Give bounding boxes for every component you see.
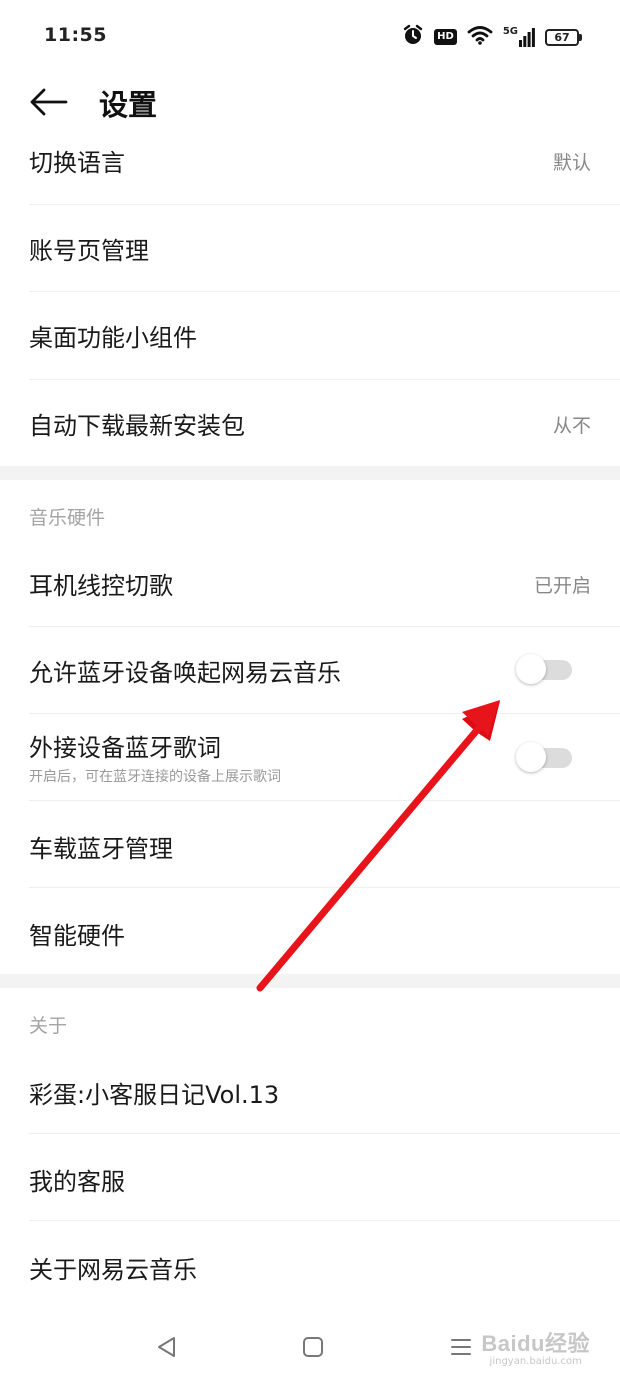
back-triangle-icon [158,1337,175,1357]
setting-label: 外接设备蓝牙歌词 [29,734,221,762]
setting-label: 我的客服 [29,1168,125,1196]
setting-label: 账号页管理 [29,237,149,265]
setting-value: 默认 [552,152,591,174]
setting-label: 关于网易云音乐 [29,1256,197,1284]
nav-back-button[interactable] [146,1330,186,1364]
setting-smart-hardware[interactable]: 智能硬件 [0,888,620,975]
status-bar: 11:55 HD 5G 67 [0,0,620,76]
setting-my-customer-service[interactable]: 我的客服 [0,1134,620,1221]
nav-recents-button[interactable] [441,1330,481,1364]
setting-easter-egg[interactable]: 彩蛋:小客服日记Vol.13 [0,1047,620,1134]
back-arrow-icon [30,88,68,116]
setting-bluetooth-wake: 允许蓝牙设备唤起网易云音乐 [0,627,620,714]
setting-auto-download[interactable]: 自动下载最新安装包 从不 [0,380,620,467]
watermark-main: Baidu经验 [481,1331,590,1356]
section-separator [0,466,620,480]
hd-icon: HD [434,29,457,45]
setting-label: 耳机线控切歌 [29,572,173,600]
setting-car-bluetooth[interactable]: 车载蓝牙管理 [0,801,620,888]
watermark-sub: jingyan.baidu.com [489,1356,582,1367]
setting-value: 从不 [552,415,591,437]
setting-subtitle: 开启后，可在蓝牙连接的设备上展示歌词 [29,769,281,785]
setting-label: 智能硬件 [29,922,125,950]
setting-label: 切换语言 [29,149,125,177]
nav-home-button[interactable] [293,1330,333,1364]
section-title-about: 关于 [29,1015,68,1037]
setting-label: 车载蓝牙管理 [29,835,173,863]
toggle-knob [516,742,546,772]
battery-level: 67 [545,28,579,46]
setting-bluetooth-lyrics: 外接设备蓝牙歌词 开启后，可在蓝牙连接的设备上展示歌词 [0,714,620,801]
setting-label: 允许蓝牙设备唤起网易云音乐 [29,659,341,687]
baidu-jingyan-watermark: Baidu经验 jingyan.baidu.com [481,1326,590,1367]
back-button[interactable] [28,84,72,120]
setting-about-netease-music[interactable]: 关于网易云音乐 [0,1221,620,1308]
setting-headset-control[interactable]: 耳机线控切歌 已开启 [0,540,620,627]
home-square-icon [303,1337,323,1357]
setting-label: 桌面功能小组件 [29,324,197,352]
setting-desktop-widgets[interactable]: 桌面功能小组件 [0,292,620,379]
setting-account-page-management[interactable]: 账号页管理 [0,205,620,292]
setting-label: 自动下载最新安装包 [29,412,245,440]
section-separator [0,974,620,988]
section-title-music-hardware: 音乐硬件 [29,507,106,529]
alarm-icon [402,24,424,50]
toggle-knob [516,654,546,684]
network-type: 5G [502,26,518,37]
wifi-icon [467,25,493,49]
system-nav-bar: Baidu经验 jingyan.baidu.com [0,1310,620,1386]
cellular-signal-icon: 5G [503,27,535,47]
battery-icon: 67 [545,28,582,46]
setting-value: 已开启 [533,575,591,597]
bluetooth-wake-toggle[interactable] [516,654,572,684]
bluetooth-lyrics-toggle[interactable] [516,742,572,772]
status-time: 11:55 [44,24,107,46]
status-icons: HD 5G 67 [402,24,582,50]
setting-switch-language[interactable]: 切换语言 默认 [0,118,620,205]
recents-menu-icon [451,1339,471,1355]
setting-label: 彩蛋:小客服日记Vol.13 [29,1081,280,1109]
